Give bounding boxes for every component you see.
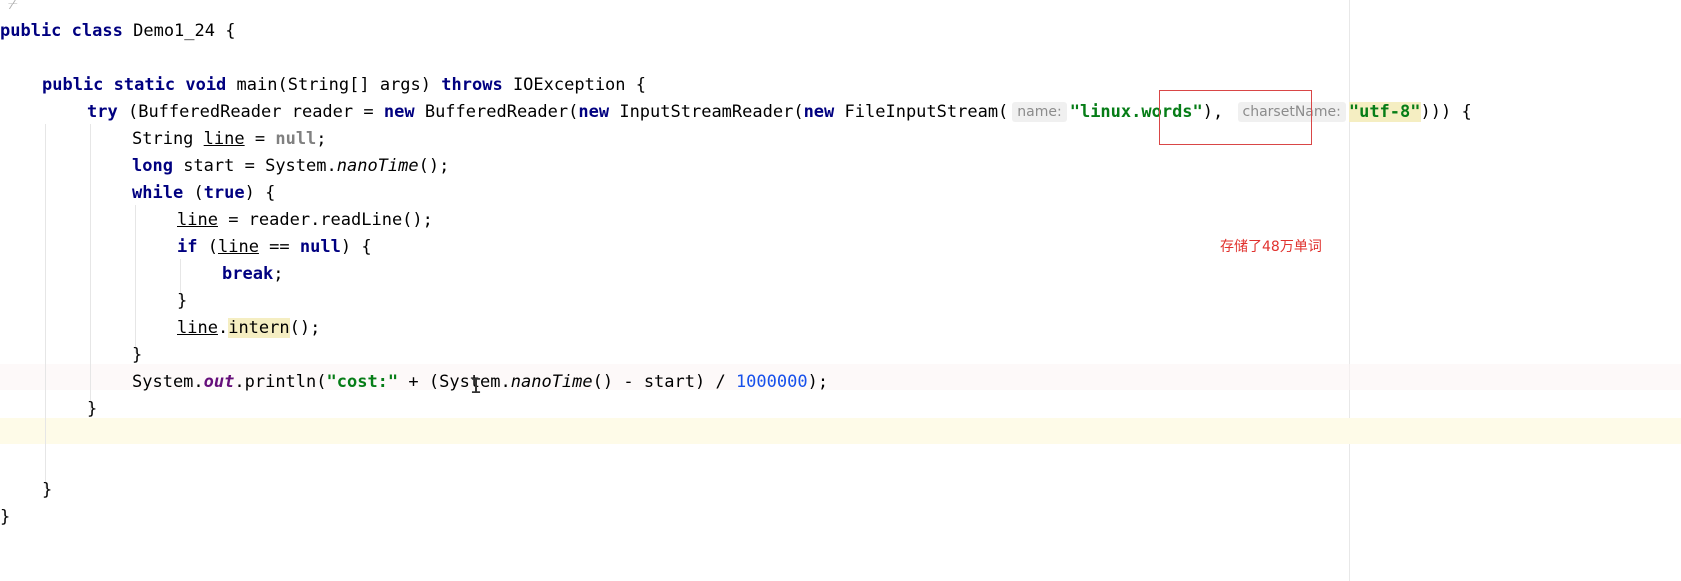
code-text: (); (418, 156, 450, 176)
exception-type: IOException (512, 75, 626, 95)
brace: } (0, 507, 11, 527)
keyword: true (203, 183, 245, 203)
code-text: ; (316, 129, 327, 149)
code-text: ) { (244, 183, 276, 203)
indent-guide (45, 124, 46, 488)
keyword: public (42, 75, 104, 95)
code-text: .println( (234, 372, 327, 392)
method-intern: intern (228, 318, 290, 338)
code-text: (); (289, 318, 321, 338)
code-line-7[interactable]: while (true) { (132, 180, 275, 206)
keyword-null: null (275, 129, 317, 149)
code-text: System. (132, 372, 204, 392)
variable-line: line (177, 210, 218, 230)
code-text: ( (193, 183, 204, 203)
code-line-18[interactable]: } (42, 477, 52, 503)
code-text: FileInputStream( (844, 102, 1009, 122)
keyword: long (132, 156, 173, 176)
keyword: new (578, 102, 610, 122)
code-text: () - start) / (592, 372, 736, 392)
method-signature: main(String[] args) (236, 75, 432, 95)
indent-guide (135, 205, 136, 353)
brace: } (42, 480, 53, 500)
code-text: == (258, 237, 300, 257)
code-line-8[interactable]: line = reader.readLine(); (177, 207, 433, 233)
text-cursor-icon: I (470, 374, 483, 398)
indent-guide (90, 124, 91, 410)
code-text: BufferedReader( (424, 102, 579, 122)
string-literal: "cost:" (326, 372, 399, 392)
code-line-6[interactable]: long start = System.nanoTime(); (132, 153, 449, 179)
keyword: public (0, 21, 62, 41)
code-text: ) { (340, 237, 372, 257)
keyword: null (299, 237, 341, 257)
code-text: (BufferedReader reader = (127, 102, 374, 122)
code-text: ); (807, 372, 829, 392)
variable-line: line (203, 129, 245, 149)
keyword: break (222, 264, 274, 284)
code-text: = (244, 129, 276, 149)
code-line-13[interactable]: } (132, 342, 142, 368)
code-line-5[interactable]: String line = null; (132, 126, 327, 152)
keyword: static (113, 75, 176, 95)
code-text: ))) { (1420, 102, 1472, 122)
keyword: while (132, 183, 184, 203)
keyword: void (185, 75, 227, 95)
brace: } (87, 399, 98, 419)
variable-line: line (177, 318, 218, 338)
brace: } (132, 345, 143, 365)
code-line-12[interactable]: line.intern(); (177, 315, 320, 341)
string-literal-charset: "utf-8" (1348, 102, 1421, 122)
code-line-9[interactable]: if (line == null) { (177, 234, 372, 260)
fold-marker-icon[interactable]: ⌿ (8, 0, 18, 14)
current-line-highlight (0, 418, 1681, 444)
code-text: ; (273, 264, 284, 284)
annotation-highlight-box (1159, 90, 1312, 145)
code-text: InputStreamReader( (619, 102, 804, 122)
brace: { (635, 75, 647, 95)
keyword: throws (441, 75, 503, 95)
variable-line: line (217, 237, 259, 257)
keyword: new (803, 102, 835, 122)
code-text: start = System. (183, 156, 337, 176)
code-editor[interactable]: ⌿ public class Demo1_24 { public static … (0, 0, 1681, 581)
keyword: new (383, 102, 415, 122)
keyword: try (87, 102, 118, 122)
keyword: if (177, 237, 198, 257)
code-text: . (217, 318, 229, 338)
right-margin-guide (1349, 0, 1350, 581)
code-line-3[interactable]: public static void main(String[] args) t… (42, 72, 646, 98)
code-text: + (System. (398, 372, 511, 392)
brace: { (225, 21, 236, 41)
keyword: class (71, 21, 123, 41)
method-name: nanoTime (510, 372, 593, 392)
code-text: ( (207, 237, 218, 257)
number-literal: 1000000 (735, 372, 808, 392)
class-name: Demo1_24 (133, 21, 215, 41)
code-line-11[interactable]: } (177, 288, 187, 314)
brace: } (177, 291, 188, 311)
annotation-note: 存储了48万单词 (1220, 239, 1322, 255)
code-line-10[interactable]: break; (222, 261, 283, 287)
code-line-1[interactable]: public class Demo1_24 { (0, 18, 236, 44)
static-field: out (203, 372, 235, 392)
code-line-19[interactable]: } (0, 504, 10, 530)
code-line-15[interactable]: } (87, 396, 97, 422)
type-name: String (132, 129, 194, 149)
method-name: nanoTime (336, 156, 419, 176)
code-text: = reader.readLine(); (217, 210, 433, 230)
parameter-hint-name: name: (1012, 102, 1067, 122)
